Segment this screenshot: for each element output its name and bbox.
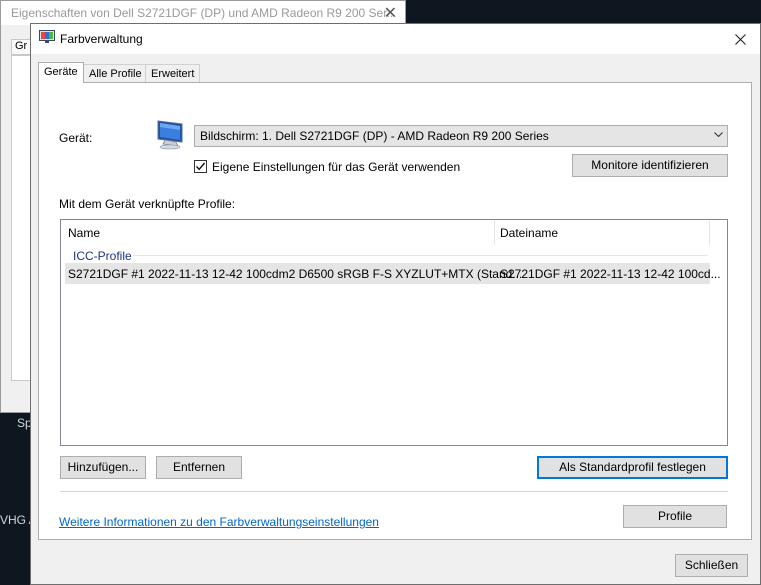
section-divider xyxy=(60,491,728,492)
monitor-icon xyxy=(157,120,183,150)
tab-all-profiles[interactable]: Alle Profile xyxy=(83,64,148,82)
own-settings-checkbox[interactable] xyxy=(194,160,207,173)
profiles-section-label: Mit dem Gerät verknüpfte Profile: xyxy=(59,197,236,211)
device-label: Gerät: xyxy=(59,131,93,145)
set-default-profile-button[interactable]: Als Standardprofil festlegen xyxy=(537,456,728,479)
profiles-list[interactable]: Name Dateiname ICC-Profile S2721DGF #1 2… xyxy=(60,219,728,446)
remove-button[interactable]: Entfernen xyxy=(156,456,242,479)
color-management-app-icon xyxy=(39,30,55,43)
close-button[interactable]: Schließen xyxy=(675,554,748,577)
add-button[interactable]: Hinzufügen... xyxy=(60,456,146,479)
background-titlebar[interactable]: Eigenschaften von Dell S2721DGF (DP) und… xyxy=(1,1,405,25)
group-header-icc[interactable]: ICC-Profile xyxy=(73,249,132,263)
profile-name-cell: S2721DGF #1 2022-11-13 12-42 100cdm2 D65… xyxy=(68,267,523,281)
device-select[interactable]: Bildschirm: 1. Dell S2721DGF (DP) - AMD … xyxy=(194,125,728,147)
background-close-icon[interactable]: ✕ xyxy=(384,3,397,23)
profile-button[interactable]: Profile xyxy=(623,505,727,528)
column-header-filename[interactable]: Dateiname xyxy=(500,226,558,240)
checkmark-icon xyxy=(195,162,206,171)
close-window-button[interactable] xyxy=(720,24,760,54)
table-row[interactable]: S2721DGF #1 2022-11-13 12-42 100cdm2 D65… xyxy=(65,263,721,284)
dialog-title: Farbverwaltung xyxy=(60,32,143,46)
tab-devices[interactable]: Geräte xyxy=(38,62,84,83)
column-separator[interactable] xyxy=(494,220,495,245)
device-select-value: Bildschirm: 1. Dell S2721DGF (DP) - AMD … xyxy=(200,129,549,143)
column-separator[interactable] xyxy=(709,220,710,245)
column-header-name[interactable]: Name xyxy=(68,226,100,240)
background-window-title: Eigenschaften von Dell S2721DGF (DP) und… xyxy=(11,6,397,20)
more-info-link[interactable]: Weitere Informationen zu den Farbverwalt… xyxy=(59,515,379,529)
group-divider xyxy=(133,255,708,256)
profile-filename-cell: S2721DGF #1 2022-11-13 12-42 100cd... xyxy=(500,267,721,281)
close-icon xyxy=(734,33,746,45)
list-header: Name Dateiname xyxy=(61,220,727,245)
dialog-titlebar[interactable]: Farbverwaltung xyxy=(31,24,760,54)
identify-monitors-button[interactable]: Monitore identifizieren xyxy=(572,154,728,177)
background-tab[interactable]: Gr xyxy=(11,39,31,55)
own-settings-label[interactable]: Eigene Einstellungen für das Gerät verwe… xyxy=(212,160,460,174)
tab-advanced[interactable]: Erweitert xyxy=(145,64,201,82)
color-management-dialog: Farbverwaltung Geräte Alle Profile Erwei… xyxy=(30,23,761,585)
devices-tab-panel: Gerät: Bildschirm: 1. Dell S2721DGF (DP)… xyxy=(38,82,752,540)
chevron-down-icon xyxy=(714,132,723,138)
